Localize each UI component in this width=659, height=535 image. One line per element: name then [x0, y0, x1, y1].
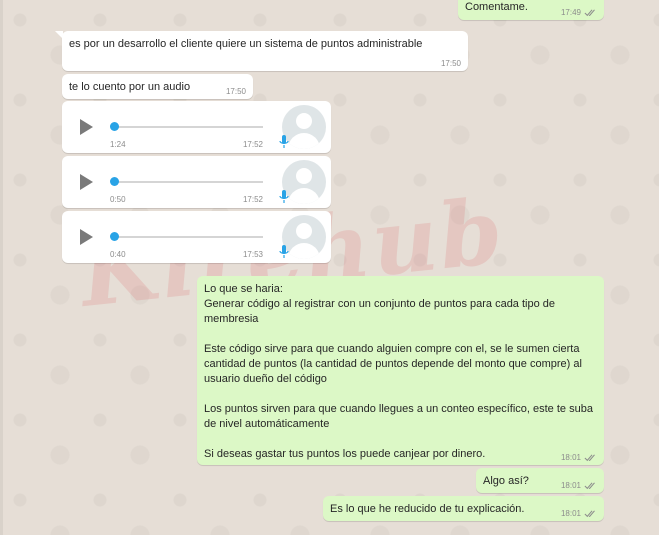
message-meta: 18:01	[561, 481, 597, 490]
microphone-icon	[279, 135, 289, 148]
message-incoming[interactable]: es por un desarrollo el cliente quiere u…	[62, 31, 468, 71]
message-time: 17:49	[560, 8, 581, 17]
double-check-icon	[584, 481, 595, 489]
message-meta: 17:50	[441, 59, 461, 68]
double-check-icon	[584, 8, 595, 16]
message-time: 17:52	[242, 140, 263, 149]
message-outgoing[interactable]: Es lo que he reducido de tu explicación.…	[323, 496, 604, 521]
message-time: 17:53	[242, 250, 263, 259]
message-outgoing[interactable]: Lo que se haria: Generar código al regis…	[197, 276, 604, 465]
message-text: Lo que se haria: Generar código al regis…	[204, 283, 593, 460]
audio-track[interactable]	[114, 236, 263, 238]
message-incoming[interactable]: te lo cuento por un audio 17:50	[62, 74, 253, 99]
message-text: Es lo que he reducido de tu explicación.	[330, 503, 525, 515]
message-time: 17:50	[440, 59, 461, 68]
message-meta: 17:50	[226, 87, 246, 96]
play-icon[interactable]	[80, 174, 93, 190]
message-time: 17:52	[242, 195, 263, 204]
audio-progress-handle[interactable]	[110, 232, 119, 241]
message-time: 18:01	[560, 481, 581, 490]
message-text: es por un desarrollo el cliente quiere u…	[69, 38, 423, 50]
audio-message[interactable]: 0:40 17:53	[62, 211, 331, 263]
message-outgoing[interactable]: Algo así? 18:01	[476, 468, 604, 493]
message-meta: 18:01	[561, 453, 597, 462]
message-outgoing[interactable]: Comentame. 17:49	[458, 0, 604, 20]
chat-left-edge	[0, 0, 3, 535]
audio-duration: 0:50	[110, 195, 126, 204]
message-time: 18:01	[560, 509, 581, 518]
audio-progress-handle[interactable]	[110, 177, 119, 186]
play-icon[interactable]	[80, 119, 93, 135]
audio-duration: 1:24	[110, 140, 126, 149]
message-meta: 17:49	[561, 8, 597, 17]
microphone-icon	[279, 190, 289, 203]
microphone-icon	[279, 245, 289, 258]
message-text: te lo cuento por un audio	[69, 81, 191, 93]
audio-progress-handle[interactable]	[110, 122, 119, 131]
double-check-icon	[584, 453, 595, 461]
audio-duration: 0:40	[110, 250, 126, 259]
audio-track[interactable]	[114, 181, 263, 183]
audio-track[interactable]	[114, 126, 263, 128]
audio-message[interactable]: 0:50 17:52	[62, 156, 331, 208]
message-meta: 18:01	[561, 509, 597, 518]
message-time: 18:01	[560, 453, 581, 462]
play-icon[interactable]	[80, 229, 93, 245]
audio-message[interactable]: 1:24 17:52	[62, 101, 331, 153]
double-check-icon	[584, 509, 595, 517]
message-time: 17:50	[225, 87, 246, 96]
